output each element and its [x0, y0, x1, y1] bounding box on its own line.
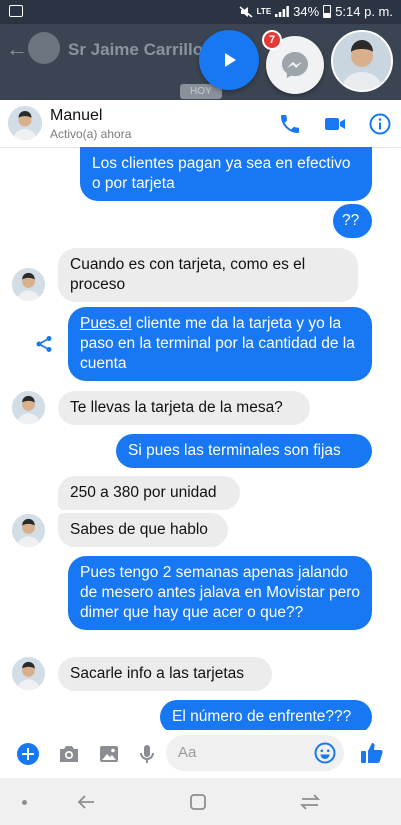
emoji-icon[interactable] — [314, 742, 336, 764]
chat-window: Manuel Activo(a) ahora Los clientes paga… — [0, 100, 401, 778]
message-input[interactable]: Aa — [166, 735, 344, 771]
chat-header: Manuel Activo(a) ahora — [0, 100, 401, 148]
sender-avatar-photo — [12, 514, 45, 547]
play-chat-head[interactable] — [199, 30, 259, 90]
sender-avatar-photo — [12, 268, 45, 301]
microphone-icon[interactable] — [135, 742, 159, 766]
back-nav-icon[interactable] — [76, 793, 96, 811]
gallery-icon[interactable] — [97, 742, 121, 766]
background-chat-title: Sr Jaime Carrillo — [68, 40, 204, 59]
sender-avatar[interactable] — [12, 514, 45, 547]
message-incoming[interactable]: Sacarle info a las tarjetas — [58, 657, 272, 691]
play-icon — [225, 53, 236, 67]
status-bar: LTE 34% 5:14 p. m. — [0, 0, 401, 24]
message-composer: Aa — [0, 730, 401, 778]
home-nav-icon[interactable] — [188, 792, 208, 812]
message-input-placeholder: Aa — [178, 744, 197, 761]
signal-icon — [275, 6, 290, 17]
unread-badge: 7 — [262, 30, 282, 50]
sender-avatar[interactable] — [12, 268, 45, 301]
battery-percent: 34% — [293, 4, 320, 19]
contact-avatar[interactable] — [8, 106, 42, 140]
mute-icon — [239, 5, 253, 18]
camera-icon[interactable] — [57, 742, 81, 766]
message-link[interactable]: Pues.el — [80, 315, 132, 332]
recents-nav-icon[interactable] — [300, 793, 320, 811]
message-incoming[interactable]: Sabes de que hablo — [58, 513, 228, 547]
message-outgoing[interactable]: Si pues las terminales son fijas — [116, 434, 372, 468]
sender-avatar-photo — [12, 657, 45, 690]
user-chat-head[interactable] — [331, 30, 393, 92]
message-incoming[interactable]: Cuando es con tarjeta, como es el proces… — [58, 248, 358, 302]
contact-status: Activo(a) ahora — [50, 127, 132, 141]
back-arrow-icon: ← — [6, 36, 28, 61]
clock: 5:14 p. m. — [335, 4, 393, 19]
sender-avatar[interactable] — [12, 391, 45, 424]
battery-icon — [323, 5, 332, 18]
system-navigation-bar — [0, 778, 401, 825]
message-outgoing[interactable]: Pues tengo 2 semanas apenas jalando de m… — [68, 556, 372, 630]
gallery-notification-icon — [9, 5, 23, 17]
thumbs-up-icon[interactable] — [359, 740, 385, 766]
network-type: LTE — [256, 6, 272, 16]
message-outgoing[interactable]: Los clientes pagan ya sea en efectivo o … — [80, 147, 372, 201]
message-incoming[interactable]: 250 a 380 por unidad — [58, 476, 240, 510]
contact-name[interactable]: Manuel — [50, 107, 102, 125]
messenger-icon — [282, 52, 308, 78]
sender-avatar-photo — [12, 391, 45, 424]
share-icon[interactable] — [35, 335, 53, 353]
phone-call-icon[interactable] — [278, 112, 302, 136]
message-outgoing[interactable]: ?? — [333, 204, 372, 238]
video-call-icon[interactable] — [323, 112, 347, 136]
sender-avatar[interactable] — [12, 657, 45, 690]
user-avatar-photo — [333, 32, 391, 90]
message-incoming[interactable]: Te llevas la tarjeta de la mesa? — [58, 391, 310, 425]
nav-dot-icon — [22, 800, 27, 805]
message-outgoing[interactable]: Pues.el cliente me da la tarjeta y yo la… — [68, 307, 372, 381]
contact-avatar-photo — [8, 106, 42, 140]
info-icon[interactable] — [368, 112, 392, 136]
messenger-chat-head[interactable]: 7 — [262, 30, 324, 94]
background-avatar — [28, 32, 60, 64]
status-icons: LTE 34% 5:14 p. m. — [239, 4, 393, 19]
message-outgoing[interactable]: El número de enfrente??? — [160, 700, 372, 734]
plus-icon[interactable] — [16, 742, 40, 766]
